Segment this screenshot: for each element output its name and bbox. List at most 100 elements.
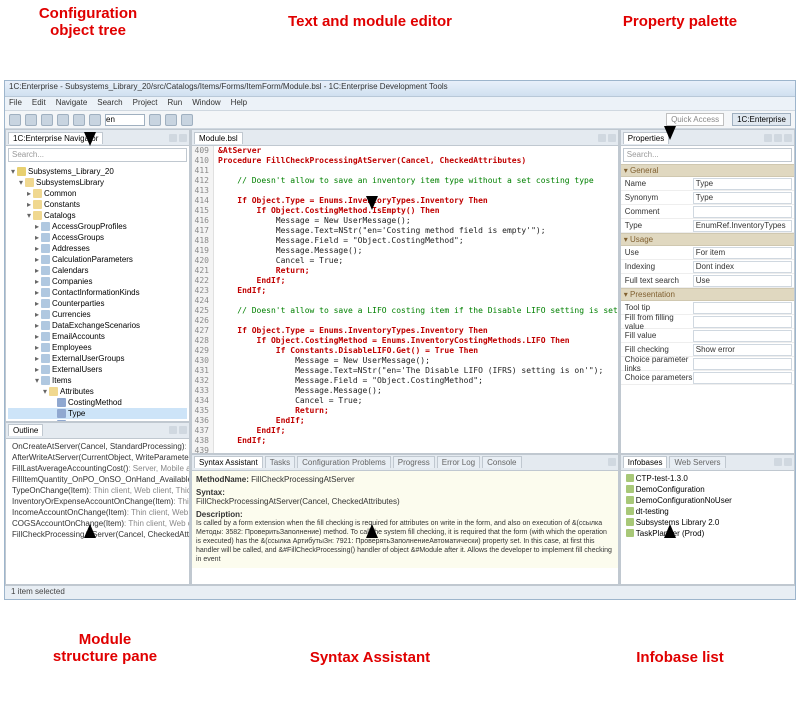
toolbar-icon[interactable]	[181, 114, 193, 126]
tree-row[interactable]: ▸AccessGroups	[8, 232, 187, 243]
menu-item[interactable]: File	[9, 98, 22, 107]
code-line[interactable]: 436 EndIf;	[192, 416, 618, 426]
tree-row[interactable]: ▸AccessGroupProfiles	[8, 221, 187, 232]
infobase-item[interactable]: DemoConfigurationNoUser	[623, 495, 792, 506]
prop-section-general[interactable]: ▾ General	[621, 164, 794, 177]
tree-project[interactable]: ▾Subsystems_Library_20	[8, 166, 187, 177]
bottom-tab[interactable]: Progress	[393, 456, 435, 468]
menu-item[interactable]: Help	[231, 98, 247, 107]
editor-tab[interactable]: Module.bsl	[194, 132, 243, 144]
pane-icon[interactable]	[764, 134, 772, 142]
code-line[interactable]: 419 Message.Message();	[192, 246, 618, 256]
code-line[interactable]: 428 If Object.CostingMethod = Enums.Inve…	[192, 336, 618, 346]
tree-row[interactable]: ▸Companies	[8, 276, 187, 287]
outline-item[interactable]: OnCreateAtServer(Cancel, StandardProcess…	[8, 441, 187, 452]
tree-row[interactable]: ▸Employees	[8, 342, 187, 353]
bottom-tab[interactable]: Tasks	[265, 456, 295, 468]
toolbar-icon[interactable]	[9, 114, 21, 126]
infobase-item[interactable]: TaskPlanner (Prod)	[623, 528, 792, 539]
toolbar-icon[interactable]	[57, 114, 69, 126]
prop-row[interactable]: NameType	[621, 177, 794, 191]
pane-icon[interactable]	[784, 134, 792, 142]
infobase-tabs[interactable]: InfobasesWeb Servers	[621, 455, 794, 471]
toolbar-icon[interactable]	[25, 114, 37, 126]
prop-row[interactable]: UseFor item	[621, 246, 794, 260]
tree-row[interactable]: ▸CalculationParameters	[8, 254, 187, 265]
code-line[interactable]: 416 Message = New UserMessage();	[192, 216, 618, 226]
tree-row[interactable]: ▸Constants	[8, 199, 187, 210]
outline-item[interactable]: FillItemQuantity_OnPO_OnSO_OnHand_Availa…	[8, 474, 187, 485]
prop-row[interactable]: Choice parameter links	[621, 357, 794, 371]
code-line[interactable]: 421 Return;	[192, 266, 618, 276]
tree-row[interactable]: ▸Counterparties	[8, 298, 187, 309]
tree-row[interactable]: ▸ExternalUsers	[8, 364, 187, 375]
infobase-tab[interactable]: Web Servers	[669, 456, 725, 468]
lang-combo[interactable]: en	[105, 114, 145, 126]
perspective-button[interactable]: 1C:Enterprise	[732, 113, 791, 126]
minimize-icon[interactable]	[169, 134, 177, 142]
pane-icon[interactable]	[774, 458, 782, 466]
pane-icon[interactable]	[608, 458, 616, 466]
prop-row[interactable]: Full text searchUse	[621, 274, 794, 288]
tree-row[interactable]: ▸Calendars	[8, 265, 187, 276]
tree-row[interactable]: ▸ExternalUserGroups	[8, 353, 187, 364]
code-line[interactable]: 411	[192, 166, 618, 176]
outline-item[interactable]: FillLastAverageAccountingCost(): Server,…	[8, 463, 187, 474]
prop-row[interactable]: Fill value	[621, 329, 794, 343]
tree-row[interactable]: ▸Common	[8, 188, 187, 199]
code-line[interactable]: 430 Message = New UserMessage();	[192, 356, 618, 366]
code-line[interactable]: 415 If Object.CostingMethod.IsEmpty() Th…	[192, 206, 618, 216]
tree-attribute[interactable]: InventoryOrExpenseAccount	[8, 419, 187, 421]
code-line[interactable]: 427 If Object.Type = Enums.InventoryType…	[192, 326, 618, 336]
code-line[interactable]: 431 Message.Text=NStr("en='The Disable L…	[192, 366, 618, 376]
code-line[interactable]: 410Procedure FillCheckProcessingAtServer…	[192, 156, 618, 166]
pane-icon[interactable]	[598, 134, 606, 142]
outline-tab[interactable]: Outline	[8, 424, 43, 436]
infobase-item[interactable]: dt-testing	[623, 506, 792, 517]
pane-icon[interactable]	[169, 426, 177, 434]
tree-row[interactable]: ▾Items	[8, 375, 187, 386]
menu-item[interactable]: Window	[192, 98, 220, 107]
code-line[interactable]: 420 Cancel = True;	[192, 256, 618, 266]
prop-row[interactable]: Choice parameters	[621, 371, 794, 385]
properties-list[interactable]: ▾ GeneralNameTypeSynonymTypeCommentTypeE…	[621, 164, 794, 453]
prop-row[interactable]: Comment	[621, 205, 794, 219]
tree-row[interactable]: ▸DataExchangeScenarios	[8, 320, 187, 331]
bottom-tab[interactable]: Configuration Problems	[297, 456, 391, 468]
bottom-tabs[interactable]: Syntax AssistantTasksConfiguration Probl…	[192, 455, 618, 471]
tree-attribute[interactable]: Type	[8, 408, 187, 419]
toolbar-icon[interactable]	[149, 114, 161, 126]
code-line[interactable]: 412 // Doesn't allow to save an inventor…	[192, 176, 618, 186]
code-line[interactable]: 422 EndIf;	[192, 276, 618, 286]
code-line[interactable]: 433 Message.Message();	[192, 386, 618, 396]
code-line[interactable]: 432 Message.Field = "Object.CostingMetho…	[192, 376, 618, 386]
navigator-search[interactable]: Search...	[8, 148, 187, 162]
code-line[interactable]: 426	[192, 316, 618, 326]
code-line[interactable]: 417 Message.Text=NStr("en='Costing metho…	[192, 226, 618, 236]
code-line[interactable]: 424	[192, 296, 618, 306]
menu-item[interactable]: Project	[133, 98, 158, 107]
menu-item[interactable]: Run	[168, 98, 183, 107]
tree-row[interactable]: ▾SubsystemsLibrary	[8, 177, 187, 188]
outline-item[interactable]: AfterWriteAtServer(CurrentObject, WriteP…	[8, 452, 187, 463]
code-line[interactable]: 434 Cancel = True;	[192, 396, 618, 406]
pane-icon[interactable]	[784, 458, 792, 466]
prop-row[interactable]: TypeEnumRef.InventoryTypes	[621, 219, 794, 233]
infobase-list[interactable]: CTP-test-1.3.0DemoConfigurationDemoConfi…	[621, 471, 794, 584]
properties-search[interactable]: Search...	[623, 148, 792, 162]
bottom-tab[interactable]: Console	[482, 456, 521, 468]
infobase-item[interactable]: CTP-test-1.3.0	[623, 473, 792, 484]
code-line[interactable]: 423 EndIf;	[192, 286, 618, 296]
tree-row[interactable]: ▸EmailAccounts	[8, 331, 187, 342]
prop-section-usage[interactable]: ▾ Usage	[621, 233, 794, 246]
tree-row[interactable]: ▾Attributes	[8, 386, 187, 397]
tree-row[interactable]: ▸ContactInformationKinds	[8, 287, 187, 298]
maximize-icon[interactable]	[179, 134, 187, 142]
toolbar-icon[interactable]	[41, 114, 53, 126]
code-line[interactable]: 439	[192, 446, 618, 453]
tree-row[interactable]: ▸Addresses	[8, 243, 187, 254]
code-line[interactable]: 413	[192, 186, 618, 196]
prop-row[interactable]: Fill from filling value	[621, 315, 794, 329]
code-line[interactable]: 435 Return;	[192, 406, 618, 416]
configuration-tree[interactable]: ▾Subsystems_Library_20 ▾SubsystemsLibrar…	[6, 164, 189, 421]
